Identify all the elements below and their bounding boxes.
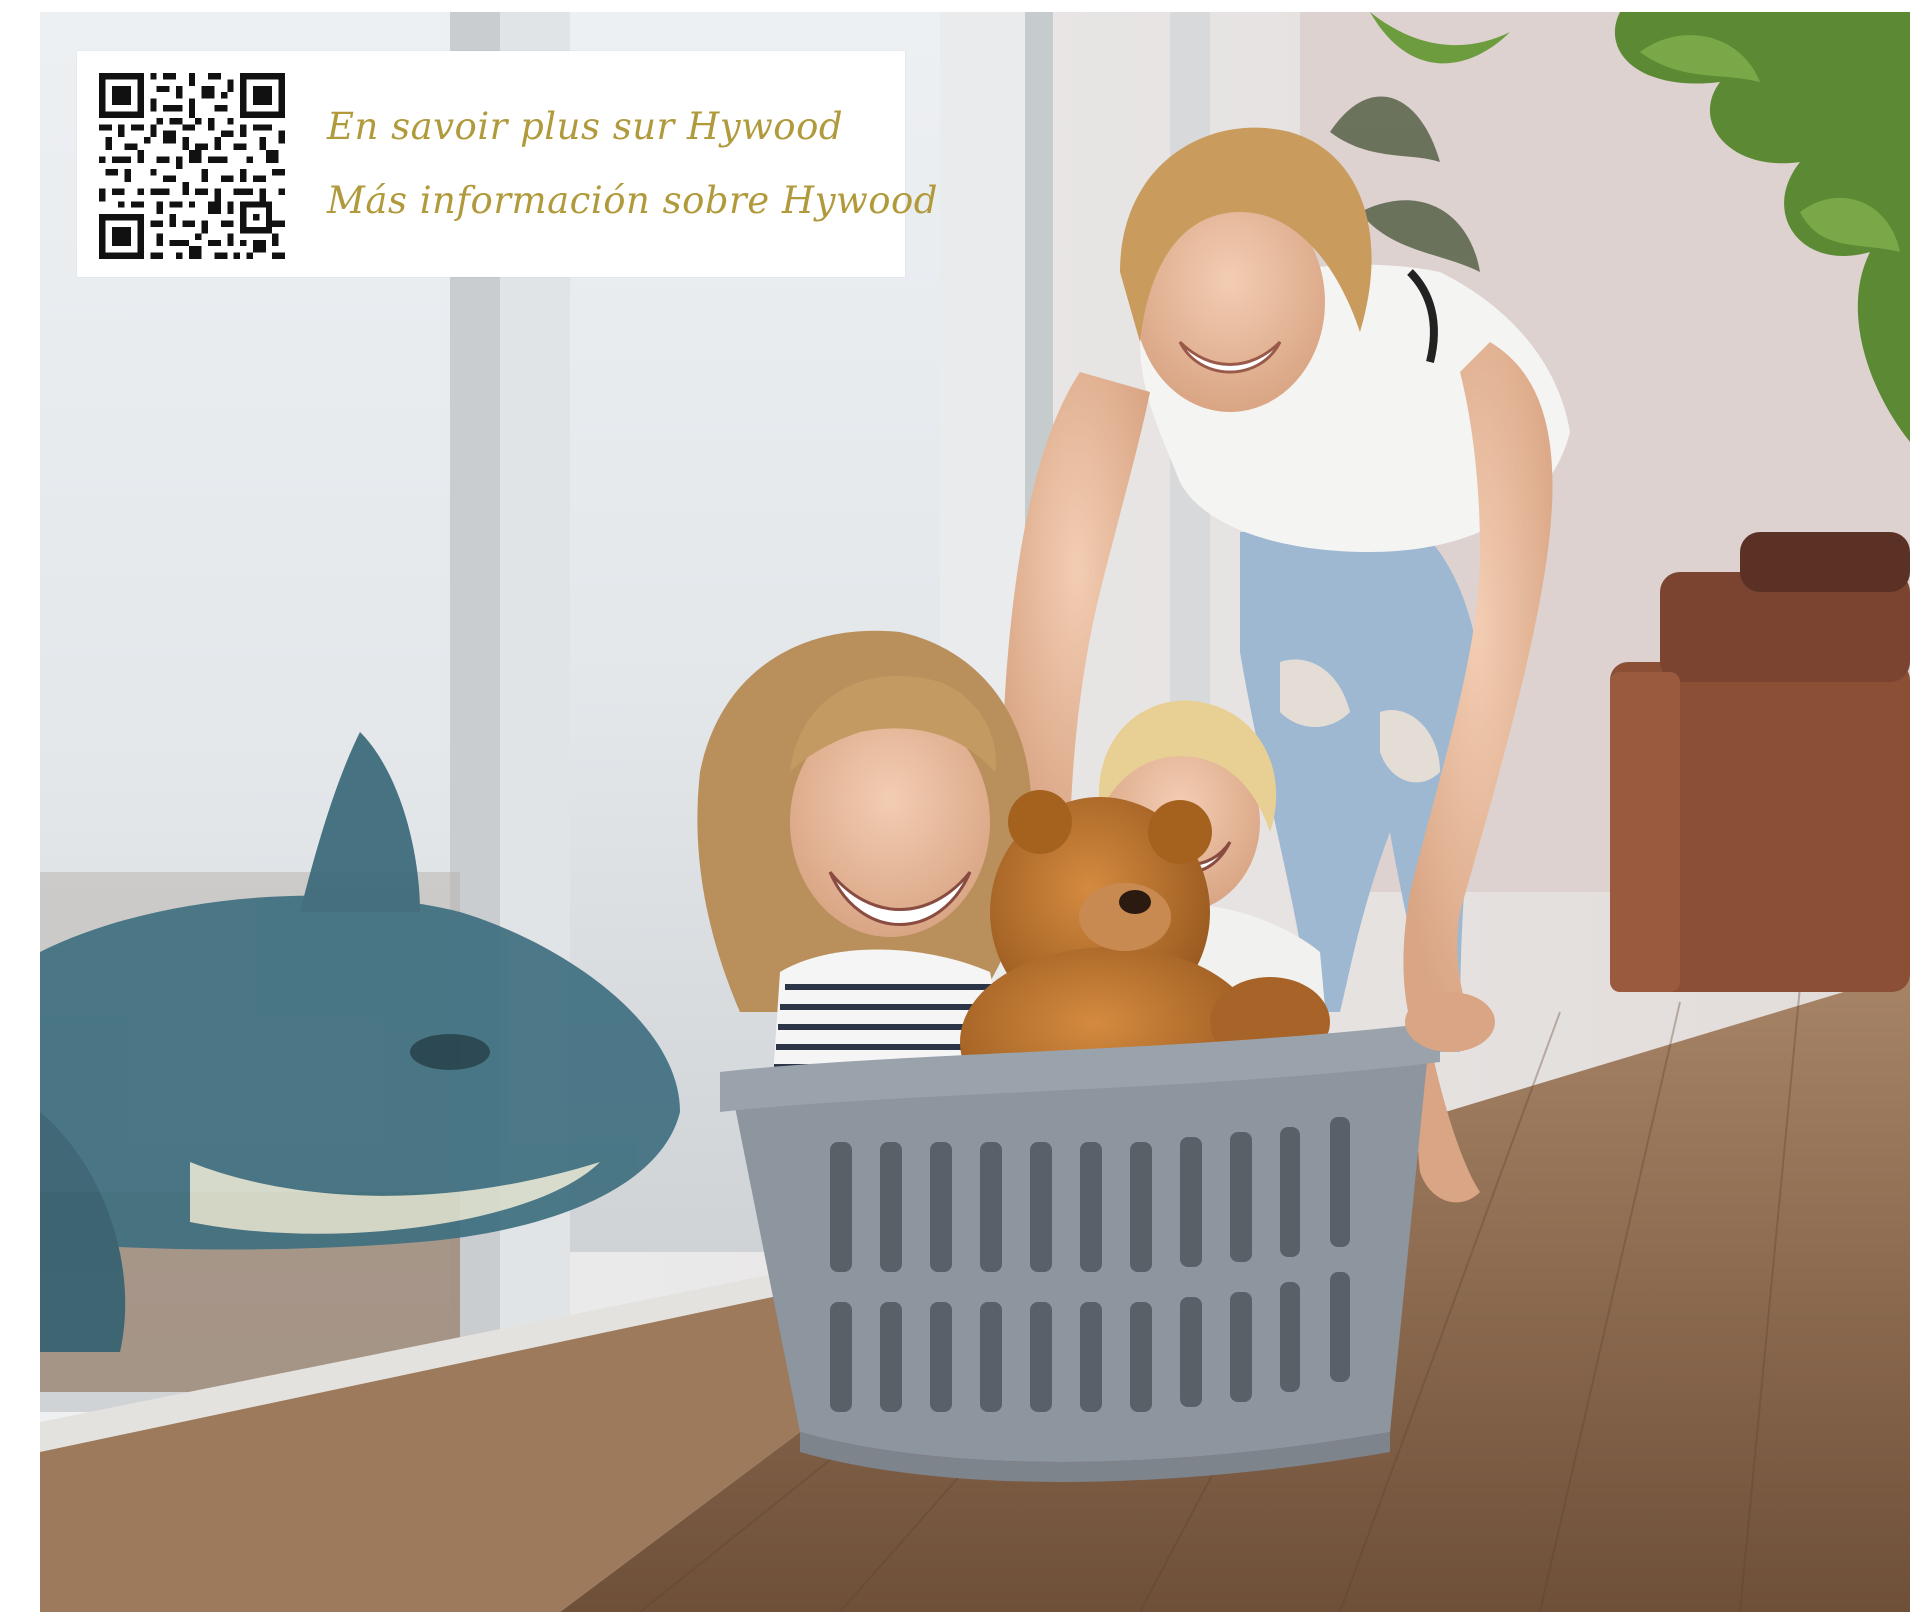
- hand: [1405, 992, 1495, 1052]
- caption-french[interactable]: En savoir plus sur Hywood: [327, 105, 843, 148]
- info-card: En savoir plus sur Hywood Más informació…: [77, 51, 937, 277]
- page-canvas: En savoir plus sur Hywood Más informació…: [0, 0, 1910, 1612]
- qr-code-icon[interactable]: [99, 73, 285, 259]
- caption-spanish[interactable]: Más información sobre Hywood: [327, 179, 938, 222]
- laundry-basket: [720, 1022, 1440, 1482]
